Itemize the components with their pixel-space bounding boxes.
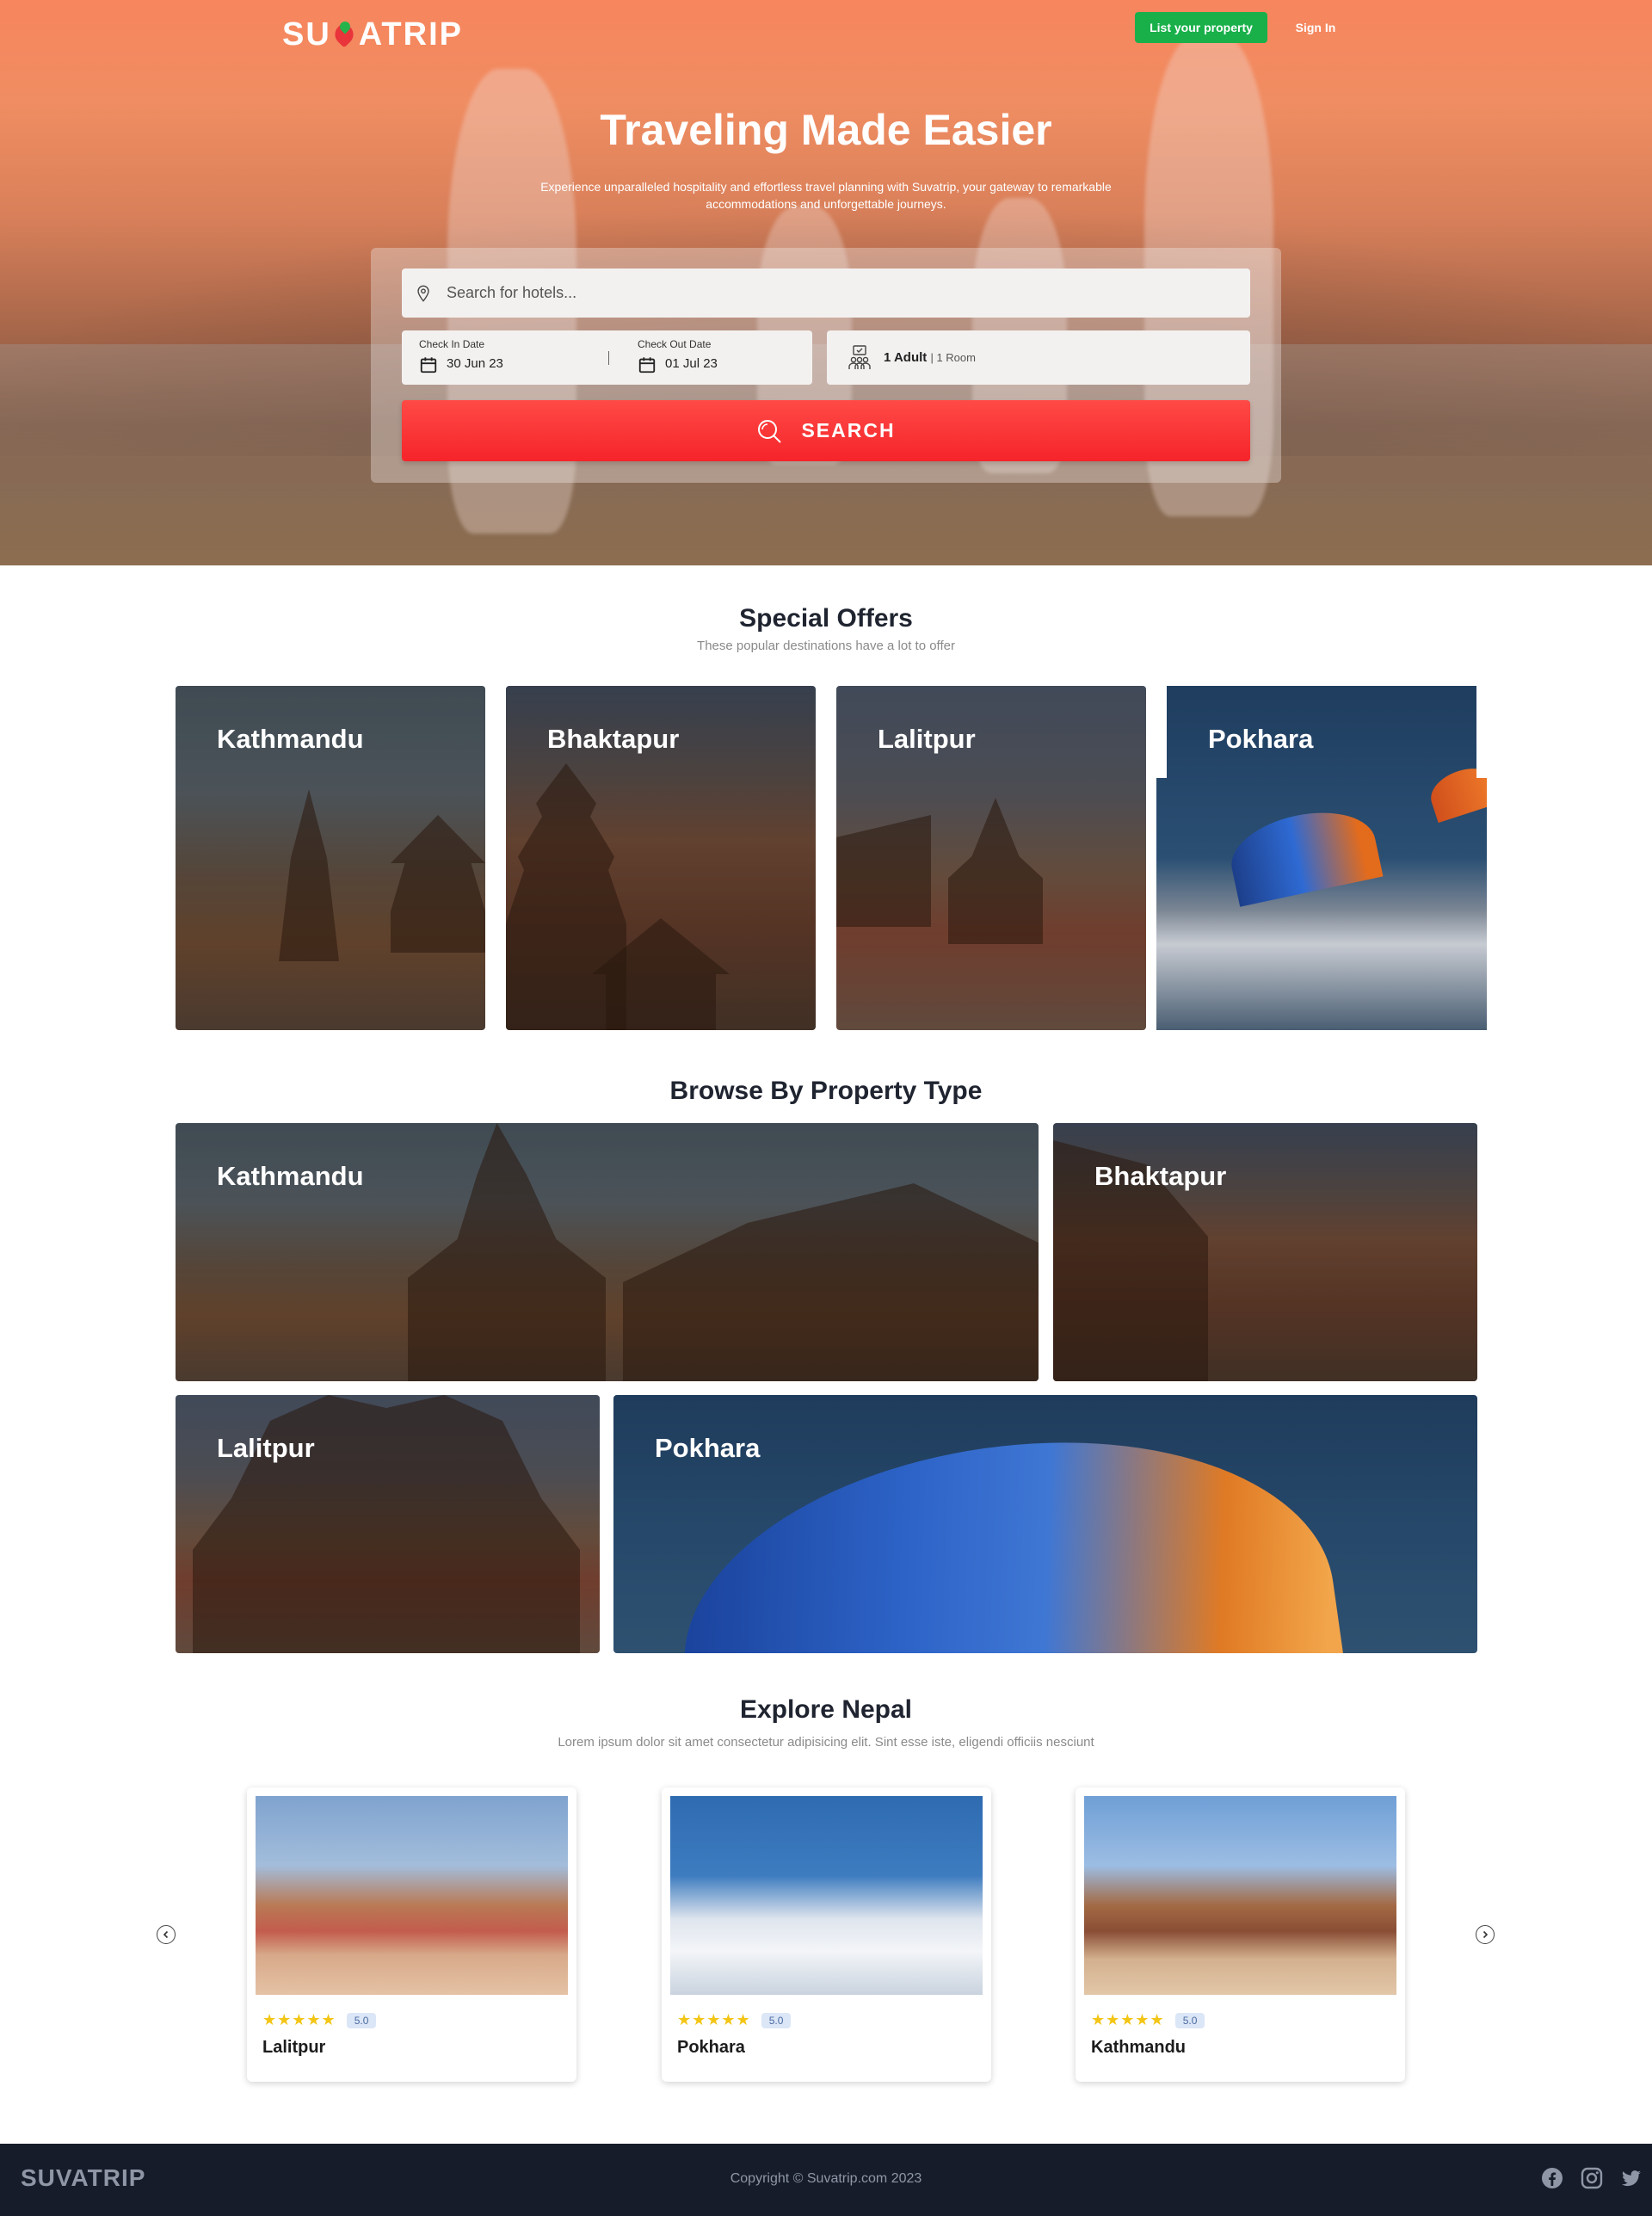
property-card-title: Pokhara [655, 1433, 761, 1463]
explore-card-title: Lalitpur [262, 2038, 326, 2057]
check-out-date[interactable]: Check Out Date 01 Jul 23 [620, 330, 812, 385]
logo-mark-icon [332, 22, 358, 47]
offer-card-pokhara[interactable]: Pokhara [1156, 686, 1487, 1030]
property-card-title: Bhaktapur [1094, 1161, 1227, 1191]
instagram-icon[interactable] [1580, 2166, 1604, 2190]
search-icon [758, 419, 782, 443]
check-in-value: 30 Jun 23 [447, 356, 503, 371]
guests-rooms-selector[interactable]: 1 Adult | 1 Room [827, 330, 1250, 385]
footer-copyright: Copyright © Suvatrip.com 2023 [730, 2171, 922, 2186]
offer-card-title: Bhaktapur [547, 724, 680, 754]
rating: ★★★★★ 5.0 [677, 2011, 792, 2029]
explore-image-lalitpur [256, 1796, 568, 1995]
explore-card-pokhara[interactable]: ★★★★★ 5.0 Pokhara [662, 1787, 991, 2082]
rating: ★★★★★ 5.0 [1091, 2011, 1205, 2029]
hero-banner: SU ATRIP List your property Sign In Trave… [0, 0, 1652, 565]
carousel-prev-button[interactable] [157, 1925, 176, 1944]
list-property-button[interactable]: List your property [1135, 12, 1267, 43]
property-card-title: Lalitpur [217, 1433, 315, 1463]
search-panel: Check In Date 30 Jun 23 Check Out Date [371, 248, 1281, 483]
star-rating-icon: ★★★★★ [262, 2011, 336, 2029]
site-footer: SUVATRIP Copyright © Suvatrip.com 2023 [0, 2144, 1652, 2216]
special-offers-subtitle: These popular destinations have a lot to… [697, 639, 955, 653]
site-logo[interactable]: SU ATRIP [282, 12, 463, 57]
chevron-right-icon [1482, 1930, 1489, 1939]
offer-card-title: Lalitpur [878, 724, 976, 754]
check-out-value: 01 Jul 23 [665, 356, 718, 371]
check-out-label: Check Out Date [638, 338, 712, 350]
explore-image-pokhara [670, 1796, 983, 1995]
explore-card-lalitpur[interactable]: ★★★★★ 5.0 Lalitpur [247, 1787, 576, 2082]
carousel-next-button[interactable] [1476, 1925, 1495, 1944]
calendar-icon [638, 357, 656, 373]
hero-subtitle: Experience unparalleled hospitality and … [540, 180, 1112, 211]
guests-adult: 1 Adult [884, 350, 928, 365]
property-card-bhaktapur[interactable]: Bhaktapur [1053, 1123, 1477, 1381]
rating-badge: 5.0 [346, 2012, 377, 2028]
special-offers-title: Special Offers [739, 604, 913, 633]
explore-card-title: Pokhara [677, 2038, 745, 2057]
explore-image-kathmandu [1084, 1796, 1396, 1995]
rating: ★★★★★ 5.0 [262, 2011, 377, 2029]
sign-in-link[interactable]: Sign In [1287, 12, 1344, 43]
search-button[interactable]: SEARCH [402, 400, 1250, 461]
rating-badge: 5.0 [1174, 2012, 1205, 2028]
offer-card-bhaktapur[interactable]: Bhaktapur [506, 686, 816, 1030]
explore-card-title: Kathmandu [1091, 2038, 1186, 2057]
check-in-label: Check In Date [419, 338, 485, 350]
map-pin-icon [417, 285, 429, 302]
property-card-pokhara[interactable]: Pokhara [613, 1395, 1477, 1653]
check-in-date[interactable]: Check In Date 30 Jun 23 [402, 330, 608, 385]
hotel-search-field[interactable] [402, 269, 1250, 318]
guests-room: | 1 Room [930, 351, 976, 364]
explore-title: Explore Nepal [739, 1695, 913, 1724]
twitter-icon[interactable] [1619, 2166, 1643, 2190]
star-rating-icon: ★★★★★ [1091, 2011, 1165, 2029]
property-type-title: Browse By Property Type [669, 1077, 983, 1105]
explore-subtitle: Lorem ipsum dolor sit amet consectetur a… [558, 1735, 1094, 1750]
property-card-title: Kathmandu [217, 1161, 364, 1191]
date-range-picker[interactable]: Check In Date 30 Jun 23 Check Out Date 0… [402, 330, 812, 385]
search-button-label: SEARCH [801, 419, 896, 441]
offer-card-title: Pokhara [1208, 724, 1314, 754]
property-card-lalitpur[interactable]: Lalitpur [176, 1395, 600, 1653]
offer-card-title: Kathmandu [217, 724, 364, 754]
rating-badge: 5.0 [761, 2012, 792, 2028]
explore-card-kathmandu[interactable]: ★★★★★ 5.0 Kathmandu [1076, 1787, 1405, 2082]
hero-title: Traveling Made Easier [600, 106, 1052, 154]
guests-icon [848, 344, 871, 369]
date-separator [608, 351, 609, 365]
chevron-left-icon [163, 1930, 169, 1939]
guests-summary: 1 Adult | 1 Room [884, 350, 976, 365]
property-card-kathmandu[interactable]: Kathmandu [176, 1123, 1039, 1381]
facebook-icon[interactable] [1540, 2166, 1564, 2190]
offer-card-lalitpur[interactable]: Lalitpur [836, 686, 1146, 1030]
star-rating-icon: ★★★★★ [677, 2011, 751, 2029]
offer-card-kathmandu[interactable]: Kathmandu [176, 686, 485, 1030]
calendar-icon [420, 357, 437, 373]
search-input[interactable] [447, 284, 1221, 302]
